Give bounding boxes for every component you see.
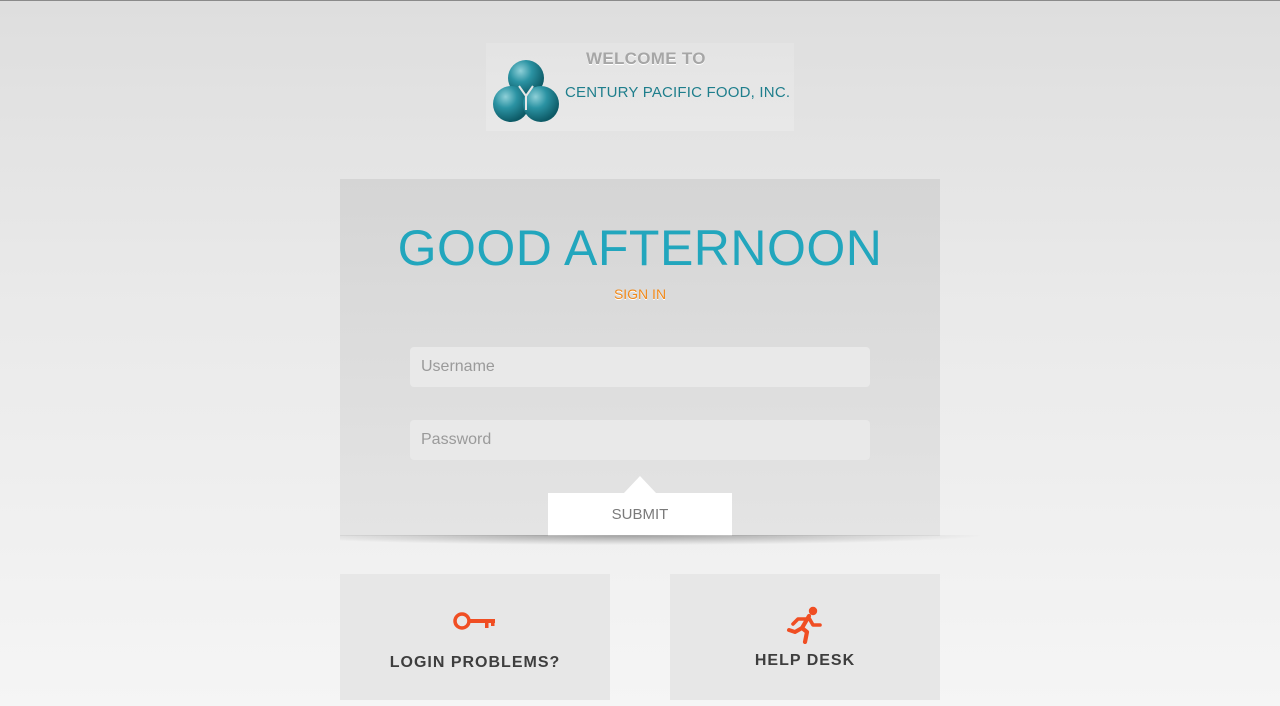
card-shadow bbox=[340, 535, 980, 545]
three-circles-logo-icon bbox=[493, 60, 559, 122]
tile-icon-wrap bbox=[670, 606, 940, 644]
login-problems-tile[interactable]: LOGIN PROBLEMS? bbox=[340, 574, 610, 700]
password-input[interactable] bbox=[410, 420, 870, 460]
submit-notch bbox=[624, 476, 656, 493]
submit-button[interactable]: SUBMIT bbox=[548, 493, 732, 536]
logo-banner: WELCOME TO CENTURY PACIFIC FOOD, INC. bbox=[486, 43, 794, 131]
login-problems-label: LOGIN PROBLEMS? bbox=[389, 654, 561, 671]
sign-in-label: SIGN IN bbox=[613, 286, 667, 302]
username-input[interactable] bbox=[410, 347, 870, 387]
login-card: GOOD AFTERNOON SIGN IN SUBMIT bbox=[340, 179, 940, 536]
help-desk-tile[interactable]: HELP DESK bbox=[670, 574, 940, 700]
help-desk-label: HELP DESK bbox=[754, 652, 856, 669]
submit-area: SUBMIT bbox=[548, 476, 732, 536]
welcome-text: WELCOME TO bbox=[586, 49, 706, 68]
greeting-title: GOOD AFTERNOON bbox=[397, 220, 883, 276]
running-person-icon bbox=[787, 606, 822, 644]
key-icon bbox=[453, 612, 495, 630]
tile-icon-wrap bbox=[340, 608, 610, 634]
company-name: CENTURY PACIFIC FOOD, INC. bbox=[565, 84, 791, 101]
